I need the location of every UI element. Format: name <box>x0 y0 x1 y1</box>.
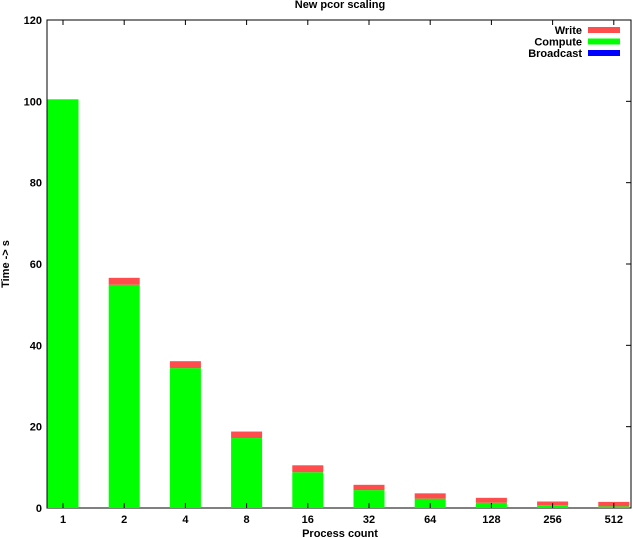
legend-swatch-broadcast <box>588 50 620 56</box>
bar-write-16 <box>292 465 324 473</box>
y-tick-label: 20 <box>30 422 42 434</box>
y-tick-label: 40 <box>30 340 42 352</box>
y-axis-label: Time -> s <box>0 240 12 288</box>
bar-compute-4 <box>169 368 201 508</box>
x-tick-label: 512 <box>605 514 623 526</box>
bar-compute-8 <box>231 438 263 508</box>
x-tick-label: 2 <box>121 514 127 526</box>
x-tick-label: 64 <box>424 514 437 526</box>
bar-write-8 <box>231 431 263 439</box>
y-tick-label: 80 <box>30 178 42 190</box>
x-tick-label: 8 <box>244 514 250 526</box>
legend-label-write: Write <box>555 25 582 37</box>
x-tick-label: 256 <box>543 514 561 526</box>
y-tick-label: 60 <box>30 259 42 271</box>
chart-title: New pcor scaling <box>295 0 385 11</box>
x-tick-label: 16 <box>302 514 314 526</box>
legend-label-broadcast: Broadcast <box>528 48 582 60</box>
legend-swatch-write <box>588 27 620 33</box>
bar-write-4 <box>169 361 201 369</box>
bar-write-64 <box>414 493 446 499</box>
bars-group <box>47 99 630 509</box>
x-axis-label: Process count <box>302 528 378 538</box>
bar-compute-16 <box>292 472 324 508</box>
bar-write-128 <box>475 497 507 503</box>
bar-compute-1 <box>47 99 79 509</box>
x-axis-ticks: 1 2 4 8 16 32 64 128 256 512 <box>60 20 623 526</box>
x-tick-label: 1 <box>60 514 66 526</box>
x-tick-label: 128 <box>482 514 500 526</box>
bar-compute-2 <box>108 284 140 508</box>
legend: WriteComputeBroadcast <box>528 25 620 60</box>
stacked-bar-chart: New pcor scaling Time -> s Process count… <box>0 0 632 538</box>
y-tick-label: 100 <box>24 96 42 108</box>
x-tick-label: 32 <box>363 514 375 526</box>
bar-write-2 <box>108 277 140 285</box>
legend-label-compute: Compute <box>534 37 582 49</box>
y-tick-label: 0 <box>36 503 42 515</box>
x-tick-label: 4 <box>182 514 189 526</box>
legend-swatch-compute <box>588 38 620 45</box>
bar-write-32 <box>353 484 385 491</box>
y-tick-label: 120 <box>24 15 42 27</box>
